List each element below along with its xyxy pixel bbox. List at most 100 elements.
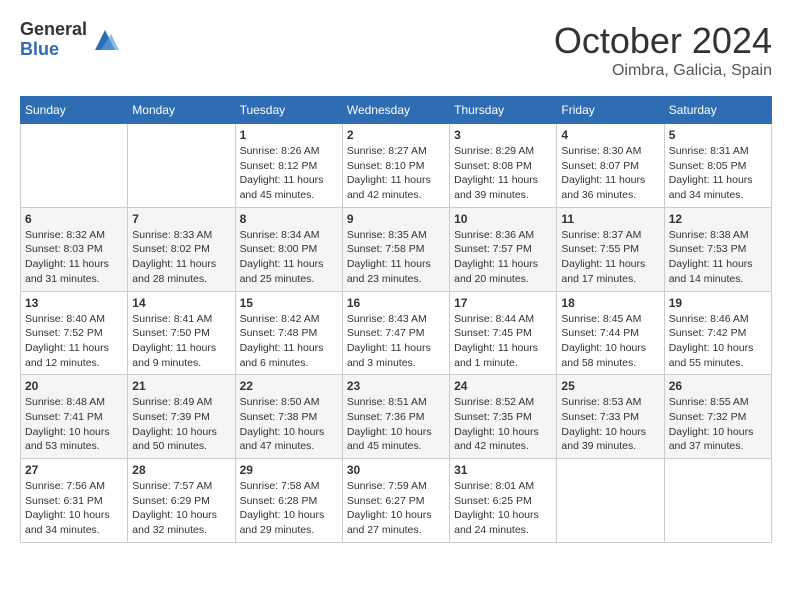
day-info: Sunrise: 8:49 AMSunset: 7:39 PMDaylight:…	[132, 395, 230, 454]
day-number: 18	[561, 296, 659, 310]
weekday-header-sunday: Sunday	[21, 97, 128, 124]
calendar-week-2: 6 Sunrise: 8:32 AMSunset: 8:03 PMDaylight…	[21, 207, 772, 291]
calendar-cell: 30 Sunrise: 7:59 AMSunset: 6:27 PMDayligh…	[342, 459, 449, 543]
day-info: Sunrise: 8:35 AMSunset: 7:58 PMDaylight:…	[347, 228, 445, 287]
calendar-cell: 5 Sunrise: 8:31 AMSunset: 8:05 PMDaylight…	[664, 124, 771, 208]
location-title: Oimbra, Galicia, Spain	[554, 62, 772, 80]
day-info: Sunrise: 7:56 AMSunset: 6:31 PMDaylight:…	[25, 479, 123, 538]
calendar-cell: 4 Sunrise: 8:30 AMSunset: 8:07 PMDaylight…	[557, 124, 664, 208]
day-number: 4	[561, 128, 659, 142]
day-info: Sunrise: 7:57 AMSunset: 6:29 PMDaylight:…	[132, 479, 230, 538]
logo-general-text: General	[20, 20, 87, 40]
calendar-cell: 14 Sunrise: 8:41 AMSunset: 7:50 PMDayligh…	[128, 291, 235, 375]
day-number: 17	[454, 296, 552, 310]
day-number: 21	[132, 379, 230, 393]
calendar-cell: 12Sunrise: 8:38 AMSunset: 7:53 PMDayligh…	[664, 207, 771, 291]
weekday-header-monday: Monday	[128, 97, 235, 124]
day-number: 11	[561, 212, 659, 226]
calendar-cell: 31Sunrise: 8:01 AMSunset: 6:25 PMDayligh…	[450, 459, 557, 543]
day-info: Sunrise: 8:38 AMSunset: 7:53 PMDaylight:…	[669, 228, 767, 287]
day-number: 22	[240, 379, 338, 393]
day-info: Sunrise: 8:31 AMSunset: 8:05 PMDaylight:…	[669, 144, 767, 203]
calendar-cell	[21, 124, 128, 208]
day-number: 23	[347, 379, 445, 393]
day-number: 10	[454, 212, 552, 226]
day-number: 28	[132, 463, 230, 477]
calendar-cell: 15 Sunrise: 8:42 AMSunset: 7:48 PMDayligh…	[235, 291, 342, 375]
day-info: Sunrise: 8:37 AMSunset: 7:55 PMDaylight:…	[561, 228, 659, 287]
calendar-cell: 3Sunrise: 8:29 AMSunset: 8:08 PMDaylight…	[450, 124, 557, 208]
calendar-cell: 29Sunrise: 7:58 AMSunset: 6:28 PMDayligh…	[235, 459, 342, 543]
day-number: 1	[240, 128, 338, 142]
day-number: 3	[454, 128, 552, 142]
calendar-cell: 10 Sunrise: 8:36 AMSunset: 7:57 PMDayligh…	[450, 207, 557, 291]
day-number: 13	[25, 296, 123, 310]
day-info: Sunrise: 8:36 AMSunset: 7:57 PMDaylight:…	[454, 228, 552, 287]
calendar-cell: 27Sunrise: 7:56 AMSunset: 6:31 PMDayligh…	[21, 459, 128, 543]
day-info: Sunrise: 8:41 AMSunset: 7:50 PMDaylight:…	[132, 312, 230, 371]
month-title: October 2024	[554, 20, 772, 62]
calendar-cell: 8Sunrise: 8:34 AMSunset: 8:00 PMDaylight…	[235, 207, 342, 291]
calendar-cell: 20Sunrise: 8:48 AMSunset: 7:41 PMDayligh…	[21, 375, 128, 459]
logo-icon	[91, 26, 119, 54]
calendar-cell: 28 Sunrise: 7:57 AMSunset: 6:29 PMDayligh…	[128, 459, 235, 543]
day-number: 29	[240, 463, 338, 477]
weekday-header-tuesday: Tuesday	[235, 97, 342, 124]
page-header: General Blue October 2024 Oimbra, Galici…	[20, 20, 772, 80]
day-info: Sunrise: 8:27 AMSunset: 8:10 PMDaylight:…	[347, 144, 445, 203]
day-number: 9	[347, 212, 445, 226]
day-info: Sunrise: 8:26 AMSunset: 8:12 PMDaylight:…	[240, 144, 338, 203]
day-info: Sunrise: 8:51 AMSunset: 7:36 PMDaylight:…	[347, 395, 445, 454]
calendar-cell: 24 Sunrise: 8:52 AMSunset: 7:35 PMDayligh…	[450, 375, 557, 459]
day-info: Sunrise: 8:44 AMSunset: 7:45 PMDaylight:…	[454, 312, 552, 371]
day-number: 5	[669, 128, 767, 142]
calendar-cell: 26 Sunrise: 8:55 AMSunset: 7:32 PMDayligh…	[664, 375, 771, 459]
day-info: Sunrise: 8:33 AMSunset: 8:02 PMDaylight:…	[132, 228, 230, 287]
day-number: 26	[669, 379, 767, 393]
day-number: 14	[132, 296, 230, 310]
title-block: October 2024 Oimbra, Galicia, Spain	[554, 20, 772, 80]
day-info: Sunrise: 8:55 AMSunset: 7:32 PMDaylight:…	[669, 395, 767, 454]
calendar-cell: 2 Sunrise: 8:27 AMSunset: 8:10 PMDaylight…	[342, 124, 449, 208]
day-info: Sunrise: 7:59 AMSunset: 6:27 PMDaylight:…	[347, 479, 445, 538]
day-info: Sunrise: 8:52 AMSunset: 7:35 PMDaylight:…	[454, 395, 552, 454]
calendar-table: SundayMondayTuesdayWednesdayThursdayFrid…	[20, 96, 772, 543]
logo-blue-text: Blue	[20, 40, 87, 60]
calendar-week-1: 1 Sunrise: 8:26 AMSunset: 8:12 PMDaylight…	[21, 124, 772, 208]
day-info: Sunrise: 8:30 AMSunset: 8:07 PMDaylight:…	[561, 144, 659, 203]
day-number: 24	[454, 379, 552, 393]
calendar-week-3: 13 Sunrise: 8:40 AMSunset: 7:52 PMDayligh…	[21, 291, 772, 375]
weekday-header-friday: Friday	[557, 97, 664, 124]
day-info: Sunrise: 8:42 AMSunset: 7:48 PMDaylight:…	[240, 312, 338, 371]
day-number: 6	[25, 212, 123, 226]
day-number: 7	[132, 212, 230, 226]
calendar-cell: 9 Sunrise: 8:35 AMSunset: 7:58 PMDaylight…	[342, 207, 449, 291]
day-number: 25	[561, 379, 659, 393]
weekday-header-wednesday: Wednesday	[342, 97, 449, 124]
day-number: 19	[669, 296, 767, 310]
calendar-cell: 1 Sunrise: 8:26 AMSunset: 8:12 PMDaylight…	[235, 124, 342, 208]
day-info: Sunrise: 8:40 AMSunset: 7:52 PMDaylight:…	[25, 312, 123, 371]
day-info: Sunrise: 8:50 AMSunset: 7:38 PMDaylight:…	[240, 395, 338, 454]
calendar-cell	[128, 124, 235, 208]
day-number: 15	[240, 296, 338, 310]
day-info: Sunrise: 8:34 AMSunset: 8:00 PMDaylight:…	[240, 228, 338, 287]
calendar-week-4: 20Sunrise: 8:48 AMSunset: 7:41 PMDayligh…	[21, 375, 772, 459]
calendar-cell	[557, 459, 664, 543]
calendar-cell: 18 Sunrise: 8:45 AMSunset: 7:44 PMDayligh…	[557, 291, 664, 375]
day-info: Sunrise: 8:01 AMSunset: 6:25 PMDaylight:…	[454, 479, 552, 538]
day-info: Sunrise: 8:48 AMSunset: 7:41 PMDaylight:…	[25, 395, 123, 454]
day-info: Sunrise: 8:32 AMSunset: 8:03 PMDaylight:…	[25, 228, 123, 287]
weekday-header-saturday: Saturday	[664, 97, 771, 124]
day-number: 2	[347, 128, 445, 142]
day-info: Sunrise: 8:43 AMSunset: 7:47 PMDaylight:…	[347, 312, 445, 371]
day-number: 30	[347, 463, 445, 477]
day-info: Sunrise: 8:53 AMSunset: 7:33 PMDaylight:…	[561, 395, 659, 454]
calendar-cell: 25 Sunrise: 8:53 AMSunset: 7:33 PMDayligh…	[557, 375, 664, 459]
calendar-cell: 13 Sunrise: 8:40 AMSunset: 7:52 PMDayligh…	[21, 291, 128, 375]
logo: General Blue	[20, 20, 119, 60]
calendar-cell: 7 Sunrise: 8:33 AMSunset: 8:02 PMDaylight…	[128, 207, 235, 291]
calendar-cell: 22 Sunrise: 8:50 AMSunset: 7:38 PMDayligh…	[235, 375, 342, 459]
weekday-header-row: SundayMondayTuesdayWednesdayThursdayFrid…	[21, 97, 772, 124]
day-info: Sunrise: 8:45 AMSunset: 7:44 PMDaylight:…	[561, 312, 659, 371]
